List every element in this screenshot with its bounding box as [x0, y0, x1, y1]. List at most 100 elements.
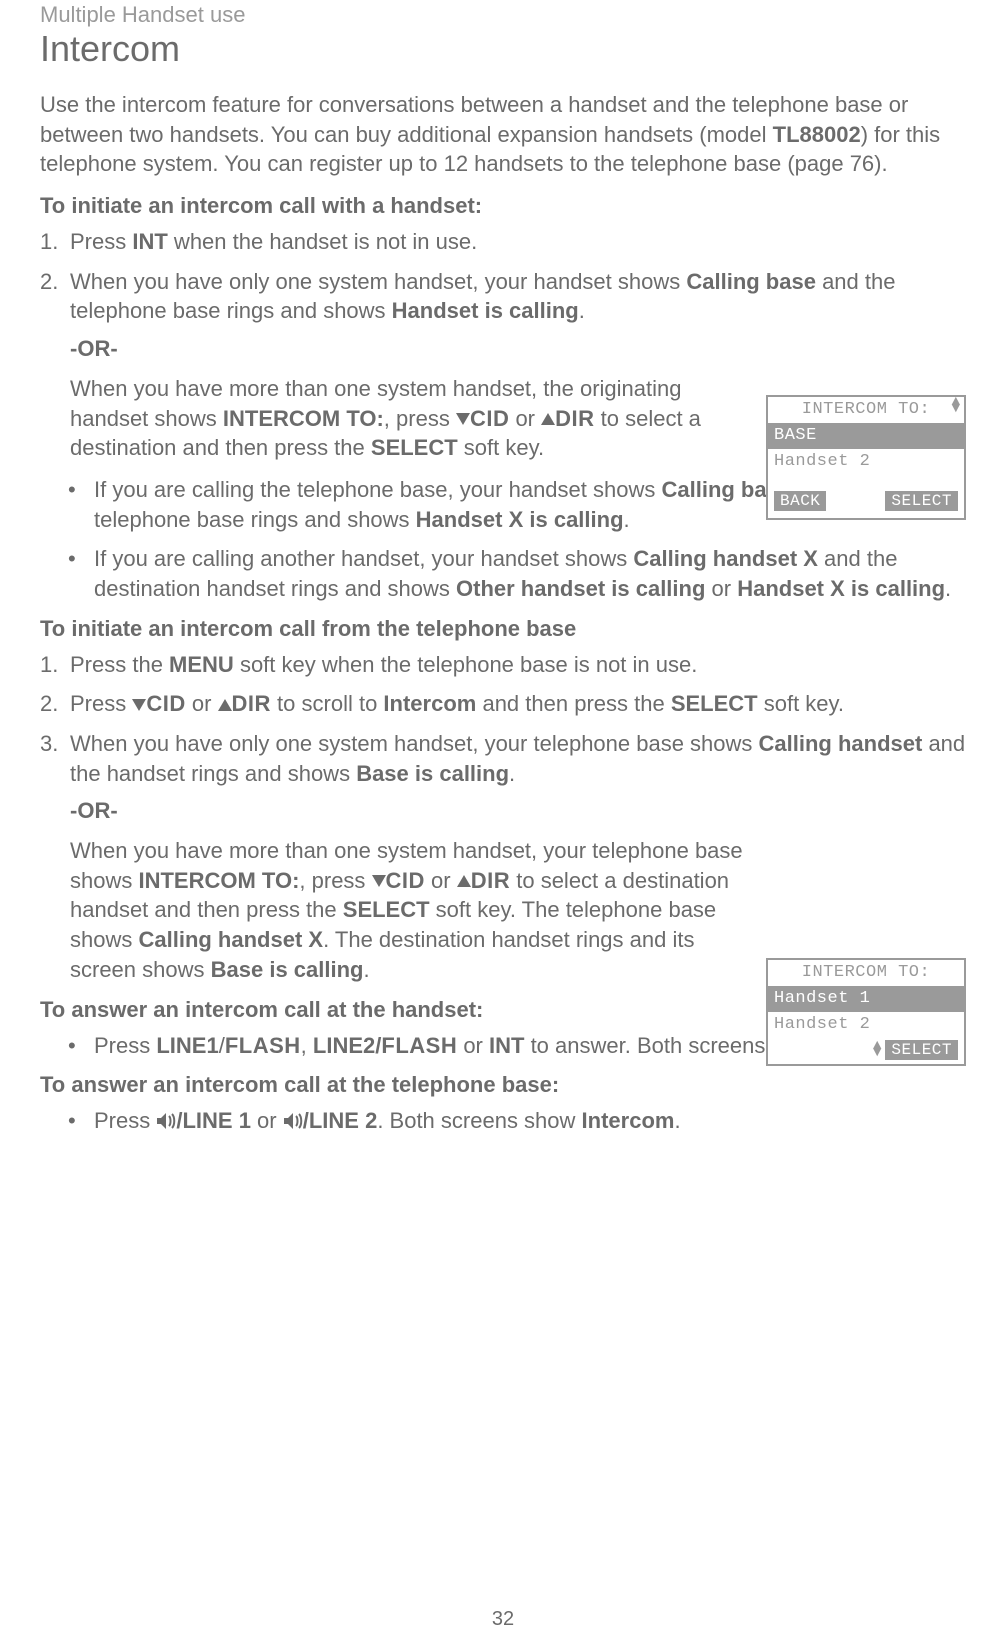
lcd-title: INTERCOM TO:: [768, 960, 964, 986]
text: .: [945, 576, 951, 601]
list-item: Press CID or DIR to scroll to Intercom a…: [40, 689, 966, 719]
key-cid: CID: [386, 868, 425, 893]
key-dir: DIR: [555, 406, 594, 431]
lcd-title: INTERCOM TO:: [768, 397, 964, 423]
screen-text: Calling handset X: [138, 927, 323, 952]
screen-text: INTERCOM TO:: [223, 406, 384, 431]
header-small: Multiple Handset use: [40, 0, 966, 28]
bullet-list-answer-base: Press /LINE 1 or /LINE 2. Both screens s…: [40, 1106, 966, 1136]
text: Press: [94, 1108, 156, 1133]
text: .: [579, 298, 585, 323]
screen-text: Calling base: [686, 269, 816, 294]
menu-intercom: Intercom: [383, 691, 476, 716]
key-int: INT: [489, 1033, 524, 1058]
text: soft key.: [458, 435, 544, 460]
text: , press: [384, 406, 456, 431]
or-label: -OR-: [70, 334, 966, 364]
key-flash: FLASH: [381, 1033, 457, 1058]
arrow-up-icon: [457, 875, 471, 887]
lcd-selected-row: BASE: [768, 423, 964, 449]
text: If you are calling the telephone base, y…: [94, 477, 661, 502]
text: . Both screens show: [377, 1108, 581, 1133]
section-heading-initiate-handset: To initiate an intercom call with a hand…: [40, 193, 966, 219]
text: If you are calling another handset, your…: [94, 546, 633, 571]
intro-paragraph: Use the intercom feature for conversatio…: [40, 90, 966, 179]
screen-text: Calling handset X: [633, 546, 818, 571]
text: Press: [70, 691, 132, 716]
text: and then press the: [476, 691, 670, 716]
lcd-row: Handset 2: [768, 1012, 964, 1038]
screen-text: Base is calling: [211, 957, 364, 982]
key-line2-speaker: /LINE 2: [303, 1108, 378, 1133]
text: or: [186, 691, 218, 716]
list-item: Press /LINE 1 or /LINE 2. Both screens s…: [40, 1106, 966, 1136]
screen-text: Intercom: [582, 1108, 675, 1133]
key-flash: FLASH: [225, 1033, 301, 1058]
text: or: [251, 1108, 283, 1133]
key-line1: LINE1: [156, 1033, 218, 1058]
text: When you have only one system handset, y…: [70, 731, 759, 756]
or-label: -OR-: [70, 796, 966, 826]
page-title: Intercom: [40, 28, 966, 70]
text: soft key when the telephone base is not …: [234, 652, 698, 677]
text: .: [624, 507, 630, 532]
key-line2: LINE2/: [313, 1033, 381, 1058]
screen-text: Base is calling: [356, 761, 509, 786]
text: Press: [70, 229, 132, 254]
text: .: [363, 957, 369, 982]
scroll-indicator-icon: ▲▼: [873, 1043, 881, 1057]
screen-text: Other handset is calling: [456, 576, 705, 601]
key-dir: DIR: [471, 868, 510, 893]
steps-list-base: Press the MENU soft key when the telepho…: [40, 650, 966, 985]
section-heading-answer-base: To answer an intercom call at the teleph…: [40, 1072, 966, 1098]
text: or: [509, 406, 541, 431]
screen-text: Calling handset: [759, 731, 923, 756]
speaker-icon: [283, 1112, 303, 1130]
key-select: SELECT: [343, 897, 430, 922]
lcd-softkey-select: SELECT: [885, 491, 958, 511]
speaker-icon: [156, 1112, 176, 1130]
key-dir: DIR: [232, 691, 271, 716]
arrow-up-icon: [541, 413, 555, 425]
key-menu: MENU: [169, 652, 234, 677]
text: Press the: [70, 652, 169, 677]
lcd-selected-row: Handset 1: [768, 986, 964, 1012]
arrow-down-icon: [456, 413, 470, 425]
arrow-up-icon: [218, 699, 232, 711]
screen-text: Handset X is calling: [416, 507, 624, 532]
lcd-softkey-back: BACK: [774, 491, 826, 511]
text: Press: [94, 1033, 156, 1058]
screen-text: Handset is calling: [392, 298, 579, 323]
text: soft key.: [758, 691, 844, 716]
scroll-indicator-icon: ▲▼: [952, 399, 960, 413]
key-cid: CID: [470, 406, 509, 431]
lcd-screen-intercom-to-handset: INTERCOM TO: Handset 1 Handset 2 ▲▼ SELE…: [766, 958, 966, 1066]
text: .: [509, 761, 515, 786]
list-item: If you are calling another handset, your…: [40, 544, 966, 603]
text: , press: [299, 868, 371, 893]
key-int: INT: [132, 229, 167, 254]
arrow-down-icon: [132, 699, 146, 711]
lcd-row: Handset 2: [768, 449, 964, 475]
screen-text: INTERCOM TO:: [138, 868, 299, 893]
text: When you have only one system handset, y…: [70, 269, 686, 294]
key-select: SELECT: [671, 691, 758, 716]
section-heading-initiate-base: To initiate an intercom call from the te…: [40, 616, 966, 642]
list-item: When you have only one system handset, y…: [40, 729, 966, 985]
arrow-down-icon: [372, 875, 386, 887]
text: or: [705, 576, 737, 601]
lcd-screen-intercom-to-base: ▲▼ INTERCOM TO: BASE Handset 2 BACK SELE…: [766, 395, 966, 520]
lcd-softkey-select: SELECT: [885, 1040, 958, 1060]
key-line1-speaker: /LINE 1: [176, 1108, 251, 1133]
key-cid: CID: [146, 691, 185, 716]
text: .: [674, 1108, 680, 1133]
lcd-softkey-row: ▲▼ SELECT: [768, 1038, 964, 1063]
text: to scroll to: [271, 691, 383, 716]
screen-text: Handset X is calling: [737, 576, 945, 601]
text: or: [457, 1033, 489, 1058]
text: or: [425, 868, 457, 893]
list-item: Press INT when the handset is not in use…: [40, 227, 966, 257]
text: ,: [301, 1033, 313, 1058]
key-select: SELECT: [371, 435, 458, 460]
list-item: Press the MENU soft key when the telepho…: [40, 650, 966, 680]
